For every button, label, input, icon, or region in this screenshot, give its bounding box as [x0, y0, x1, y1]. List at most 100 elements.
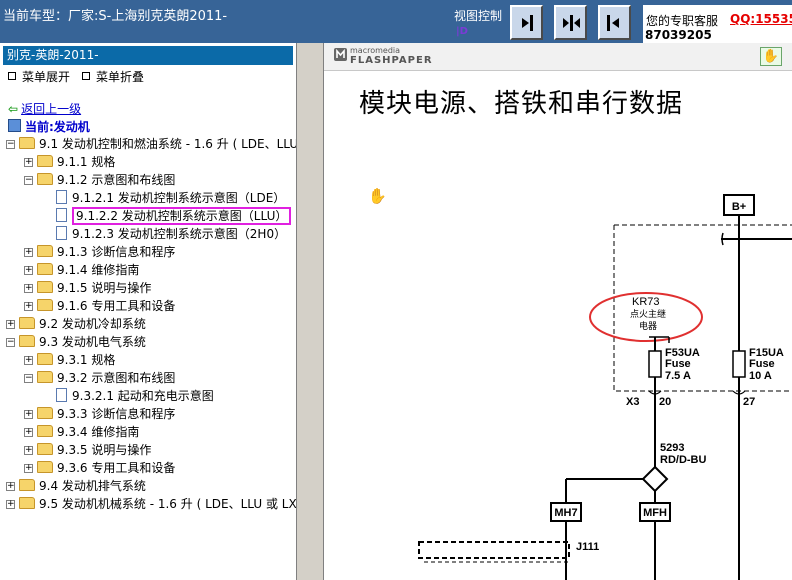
folder-icon — [37, 245, 53, 257]
folder-icon — [37, 461, 53, 473]
expand-toggle-icon[interactable]: + — [24, 248, 33, 257]
navigation-panel: 别克-英朗-2011- 菜单展开 菜单折叠 ⇦ 返回上一级 当前:发动机 − 9.1… — [0, 43, 297, 580]
expand-toggle-icon[interactable]: + — [24, 356, 33, 365]
folder-icon — [37, 263, 53, 275]
tree-item-label: 9.1.2.2 发动机控制系统示意图（LLU） — [72, 207, 292, 225]
collapse-toggle-icon[interactable]: − — [24, 176, 33, 185]
tree-item-label: 9.3.4 维修指南 — [57, 425, 140, 439]
tree-item-label: 9.1.2 示意图和布线图 — [57, 173, 176, 187]
tree-item[interactable]: +9.1.3 诊断信息和程序 — [24, 243, 175, 261]
tree-item-label: 9.3.1 规格 — [57, 353, 116, 367]
support-box: 您的专职客服 QQ:155350 87039205 — [643, 5, 792, 43]
tree-item-label: 9.1.3 诊断信息和程序 — [57, 245, 176, 259]
computer-icon — [8, 119, 21, 132]
expand-toggle-icon[interactable]: + — [24, 464, 33, 473]
tree-item[interactable]: +9.1.4 维修指南 — [24, 261, 139, 279]
tree-item[interactable]: − 9.1.2 示意图和布线图 — [24, 171, 175, 189]
j111-label: J111 — [576, 541, 599, 553]
expand-toggle-icon[interactable]: + — [6, 320, 15, 329]
folder-icon — [37, 443, 53, 455]
tree-item[interactable]: − 9.3 发动机电气系统 — [6, 333, 146, 351]
expand-toggle-icon[interactable]: + — [6, 482, 15, 491]
square-bullet-icon — [82, 72, 90, 80]
circuit-number: 5293 — [660, 442, 684, 454]
expand-toggle-icon[interactable]: + — [24, 266, 33, 275]
tree-item[interactable]: 9.1.2.1 发动机控制系统示意图（LDE） — [56, 189, 285, 207]
tree-item[interactable]: +9.1.6 专用工具和设备 — [24, 297, 175, 315]
view-control-icon: |D — [456, 26, 468, 37]
square-bullet-icon — [8, 72, 16, 80]
tree-item[interactable]: 9.1.2.3 发动机控制系统示意图（2H0） — [56, 225, 286, 243]
fuse1-rating: 7.5 A — [665, 370, 691, 382]
document-icon — [56, 226, 67, 240]
folder-icon — [37, 371, 53, 383]
tree-item[interactable]: − 9.3.2 示意图和布线图 — [24, 369, 175, 387]
support-label: 您的专职客服 — [646, 14, 719, 28]
folder-icon — [19, 317, 35, 329]
connector-label: X3 — [626, 396, 639, 408]
tree-item-label: 9.3.2 示意图和布线图 — [57, 371, 176, 385]
tree-item[interactable]: +9.1.1 规格 — [24, 153, 115, 171]
expand-left-button[interactable] — [598, 5, 631, 40]
fuse2-rating: 10 A — [749, 370, 772, 382]
tree-item-label: 9.4 发动机排气系统 — [39, 479, 146, 493]
expand-toggle-icon[interactable]: + — [24, 158, 33, 167]
vehicle-title: 当前车型：厂家:S-上海别克英朗2011- — [3, 9, 228, 24]
tree-item[interactable]: +9.3.4 维修指南 — [24, 423, 139, 441]
tree-item[interactable]: 9.3.2.1 起动和充电示意图 — [56, 387, 214, 405]
splice-diamond — [641, 465, 669, 493]
folder-icon — [37, 353, 53, 365]
tree-item[interactable]: +9.3.1 规格 — [24, 351, 115, 369]
tree-item-label: 9.1.1 规格 — [57, 155, 116, 169]
tree-item-label: 9.1 发动机控制和燃油系统 - 1.6 升 ( LDE、LLU — [39, 137, 297, 151]
tree-item-label: 9.3.3 诊断信息和程序 — [57, 407, 176, 421]
collapse-toggle-icon[interactable]: − — [24, 374, 33, 383]
expand-toggle-icon[interactable]: + — [24, 446, 33, 455]
menu-expand-label: 菜单展开 — [22, 70, 71, 84]
tree-item-label: 9.1.2.3 发动机控制系统示意图（2H0） — [72, 227, 287, 241]
mfh-label: MFH — [643, 507, 667, 519]
back-link[interactable]: ⇦ 返回上一级 — [8, 100, 81, 117]
tree-item[interactable]: +9.3.6 专用工具和设备 — [24, 459, 175, 477]
tree-item[interactable]: +9.3.3 诊断信息和程序 — [24, 405, 175, 423]
wiring-diagram: ✋ B+ KR73 点火主继 电器 F53UA Fuse 7.5 A F15UA… — [368, 187, 792, 580]
expand-toggle-icon[interactable]: + — [24, 428, 33, 437]
tree-item[interactable]: +9.5 发动机机械系统 - 1.6 升 ( LDE、LLU 或 LX — [6, 495, 297, 513]
menu-expand-button[interactable]: 菜单展开 — [8, 68, 70, 85]
split-arrows-icon — [563, 15, 580, 31]
tree-item[interactable]: +9.4 发动机排气系统 — [6, 477, 146, 495]
expand-right-button[interactable] — [510, 5, 543, 40]
collapse-toggle-icon[interactable]: − — [6, 140, 15, 149]
support-qq-link[interactable]: QQ:155350 — [730, 12, 792, 26]
expand-toggle-icon[interactable]: + — [24, 410, 33, 419]
relay-code: KR73 — [632, 296, 660, 308]
model-bar: 别克-英朗-2011- — [3, 46, 293, 65]
document-icon — [56, 388, 67, 402]
tree-item[interactable]: 9.1.2.2 发动机控制系统示意图（LLU） — [56, 207, 292, 225]
tree-item[interactable]: +9.1.5 说明与操作 — [24, 279, 151, 297]
expand-toggle-icon[interactable]: + — [24, 284, 33, 293]
folder-icon — [37, 299, 53, 311]
split-view-button[interactable] — [554, 5, 587, 40]
tree-item-label: 9.3.6 专用工具和设备 — [57, 461, 176, 475]
fuse2 — [732, 350, 746, 378]
menu-collapse-button[interactable]: 菜单折叠 — [82, 68, 144, 85]
folder-icon — [19, 497, 35, 509]
relay-name2: 电器 — [639, 320, 657, 332]
tree-item[interactable]: − 9.1 发动机控制和燃油系统 - 1.6 升 ( LDE、LLU — [6, 135, 297, 153]
folder-icon — [37, 407, 53, 419]
tree-item-label: 9.1.5 说明与操作 — [57, 281, 152, 295]
tree-item[interactable]: +9.3.5 说明与操作 — [24, 441, 151, 459]
relay-name1: 点火主继 — [630, 308, 666, 320]
expand-toggle-icon[interactable]: + — [6, 500, 15, 509]
tree-item[interactable]: +9.2 发动机冷却系统 — [6, 315, 146, 333]
folder-icon — [19, 335, 35, 347]
fuse1-type: Fuse — [665, 358, 691, 370]
document-viewer: macromedia FLASHPAPER ✋ 模块电源、搭铁和串行数据 ✋ B… — [323, 43, 792, 580]
tree-item-label: 9.5 发动机机械系统 - 1.6 升 ( LDE、LLU 或 LX — [39, 497, 297, 511]
expand-toggle-icon[interactable]: + — [24, 302, 33, 311]
collapse-toggle-icon[interactable]: − — [6, 338, 15, 347]
pin2-label: 27 — [743, 396, 755, 408]
fuse1 — [648, 350, 662, 378]
tree-item-label: 9.3 发动机电气系统 — [39, 335, 146, 349]
